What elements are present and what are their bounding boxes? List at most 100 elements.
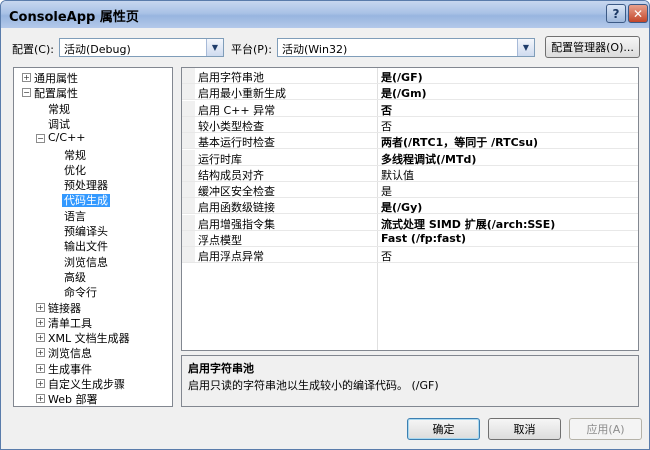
property-name: 运行时库 [198, 152, 242, 166]
expand-icon[interactable]: + [36, 348, 45, 358]
property-row[interactable]: 启用字符串池 是(/GF) [182, 68, 638, 84]
property-grid[interactable]: 启用字符串池 是(/GF) 启用最小重新生成 是(/Gm) 启用 C++ 异常否较小类型… [181, 67, 639, 351]
property-value[interactable]: 是(/GF) [381, 69, 423, 85]
tree-item[interactable]: 调试 [48, 116, 70, 131]
property-value[interactable]: 是 [381, 183, 392, 199]
row-gutter [182, 214, 195, 230]
property-row[interactable]: 较小类型检查 否 [182, 116, 638, 134]
property-value[interactable]: 否 [381, 248, 392, 264]
property-name: 缓冲区安全检查 [198, 185, 275, 199]
tree-item-label: 浏览信息 [48, 347, 92, 361]
tree-item[interactable]: 预编译头 [64, 223, 108, 238]
chevron-down-icon[interactable]: ▼ [206, 39, 223, 56]
tree-item[interactable]: 常规 [48, 101, 70, 116]
property-value[interactable]: Fast (/fp:fast) [381, 232, 466, 245]
property-value[interactable]: 默认值 [381, 167, 414, 183]
cancel-button[interactable]: 取消 [488, 418, 561, 440]
collapse-icon[interactable]: − [22, 88, 31, 98]
tree-item[interactable]: + Web 部署 [36, 391, 97, 406]
tree-item-label: 优化 [64, 163, 86, 177]
tree-item[interactable]: 浏览信息 [64, 254, 108, 269]
apply-button[interactable]: 应用(A) [569, 418, 642, 440]
tree-item-label: 常规 [48, 102, 70, 116]
tree-item[interactable]: 代码生成 [62, 192, 110, 208]
row-gutter [182, 149, 195, 165]
row-gutter [182, 165, 195, 181]
tree-item[interactable]: − C/C++ [36, 131, 86, 146]
expand-icon[interactable]: + [36, 363, 45, 373]
property-name: 浮点模型 [198, 234, 242, 247]
property-name: 结构成员对齐 [198, 168, 264, 182]
close-button[interactable]: ✕ [628, 4, 648, 23]
expand-icon[interactable]: + [22, 73, 31, 82]
tree-item[interactable]: − 配置属性 [22, 85, 78, 100]
config-manager-button[interactable]: 配置管理器(O)... [545, 36, 640, 58]
expand-icon[interactable]: + [36, 317, 45, 327]
property-row[interactable]: 启用最小重新生成 是(/Gm) [182, 84, 638, 101]
title-bar: ConsoleApp 属性页 ? ✕ [1, 1, 649, 28]
row-gutter [182, 231, 195, 246]
tree-item[interactable]: + XML 文档生成器 [36, 330, 130, 346]
property-value[interactable]: 否 [381, 102, 392, 118]
tree-item-label: 输出文件 [64, 240, 108, 254]
row-gutter [182, 100, 195, 116]
platform-combo[interactable]: 活动(Win32) ▼ [277, 38, 535, 57]
tree-item[interactable]: 预处理器 [64, 177, 108, 192]
tree-item-label: 自定义生成步骤 [48, 378, 125, 391]
tree-item[interactable]: + 清单工具 [36, 315, 92, 330]
tree-item[interactable]: 优化 [64, 162, 86, 177]
property-row[interactable]: 启用 C++ 异常 否 [182, 100, 638, 118]
tree-item[interactable]: 高级 [64, 269, 86, 284]
tree-item-label: 代码生成 [62, 194, 110, 208]
tree-item-label: XML 文档生成器 [48, 332, 130, 346]
expand-icon[interactable]: + [36, 302, 45, 312]
tree-item[interactable]: 命令行 [64, 284, 97, 299]
property-value[interactable]: 否 [381, 118, 392, 134]
row-gutter [182, 133, 195, 149]
config-value: 活动(Debug) [64, 43, 131, 56]
description-body: 启用只读的字符串池以生成较小的编译代码。 (/GF) [188, 379, 439, 392]
property-name: 基本运行时检查 [198, 136, 275, 150]
help-button[interactable]: ? [606, 4, 626, 23]
property-value[interactable]: 流式处理 SIMD 扩展(/arch:SSE) [381, 216, 555, 232]
tree-item[interactable]: 常规 [64, 147, 86, 162]
property-row[interactable]: 启用函数级链接 是(/Gy) [182, 198, 638, 215]
expand-icon[interactable]: + [36, 333, 45, 343]
property-value[interactable]: 多线程调试(/MTd) [381, 151, 476, 167]
property-name: 较小类型检查 [198, 119, 264, 133]
tree-item-label: 预编译头 [64, 225, 108, 238]
tree-item-label: 生成事件 [48, 362, 92, 376]
property-row[interactable]: 运行时库 多线程调试(/MTd) [182, 149, 638, 167]
expand-icon[interactable]: + [36, 394, 45, 404]
property-row[interactable]: 启用浮点异常 否 [182, 247, 638, 264]
config-combo[interactable]: 活动(Debug) ▼ [59, 38, 224, 57]
property-row[interactable]: 缓冲区安全检查 是 [182, 182, 638, 199]
property-row[interactable]: 基本运行时检查 两者(/RTC1，等同于 /RTCsu) [182, 133, 638, 150]
property-row[interactable]: 启用增强指令集 流式处理 SIMD 扩展(/arch:SSE) [182, 214, 638, 232]
tree-item[interactable]: + 通用属性 [22, 70, 78, 85]
property-value[interactable]: 两者(/RTC1，等同于 /RTCsu) [381, 134, 538, 150]
row-gutter [182, 247, 195, 263]
window-title: ConsoleApp 属性页 [9, 10, 139, 25]
tree-item-label: 命令行 [64, 286, 97, 300]
expand-icon[interactable]: + [36, 379, 45, 388]
tree-item[interactable]: + 浏览信息 [36, 345, 92, 361]
tree-item[interactable]: 输出文件 [64, 238, 108, 253]
tree-item-label: 浏览信息 [64, 255, 108, 269]
tree-item[interactable]: 语言 [64, 208, 86, 223]
tree-item[interactable]: + 生成事件 [36, 361, 92, 376]
property-value[interactable]: 是(/Gy) [381, 199, 422, 215]
chevron-down-icon[interactable]: ▼ [517, 39, 534, 56]
property-row[interactable]: 浮点模型 Fast (/fp:fast) [182, 231, 638, 247]
property-row[interactable]: 结构成员对齐 默认值 [182, 165, 638, 183]
ok-button[interactable]: 确定 [407, 418, 480, 440]
tree-item[interactable]: + 自定义生成步骤 [36, 376, 125, 391]
tree-item-label: 常规 [64, 148, 86, 162]
collapse-icon[interactable]: − [36, 134, 45, 144]
property-tree[interactable]: + 通用属性 − 配置属性 常规 调试 − C/C++ 常规 优化 预处理器 代码生成 语言 预编译头 输出… [13, 67, 173, 407]
tree-item[interactable]: + 链接器 [36, 300, 81, 315]
platform-value: 活动(Win32) [282, 43, 348, 56]
row-gutter [182, 182, 195, 198]
property-value[interactable]: 是(/Gm) [381, 85, 427, 101]
tree-item-label: 通用属性 [34, 72, 78, 85]
